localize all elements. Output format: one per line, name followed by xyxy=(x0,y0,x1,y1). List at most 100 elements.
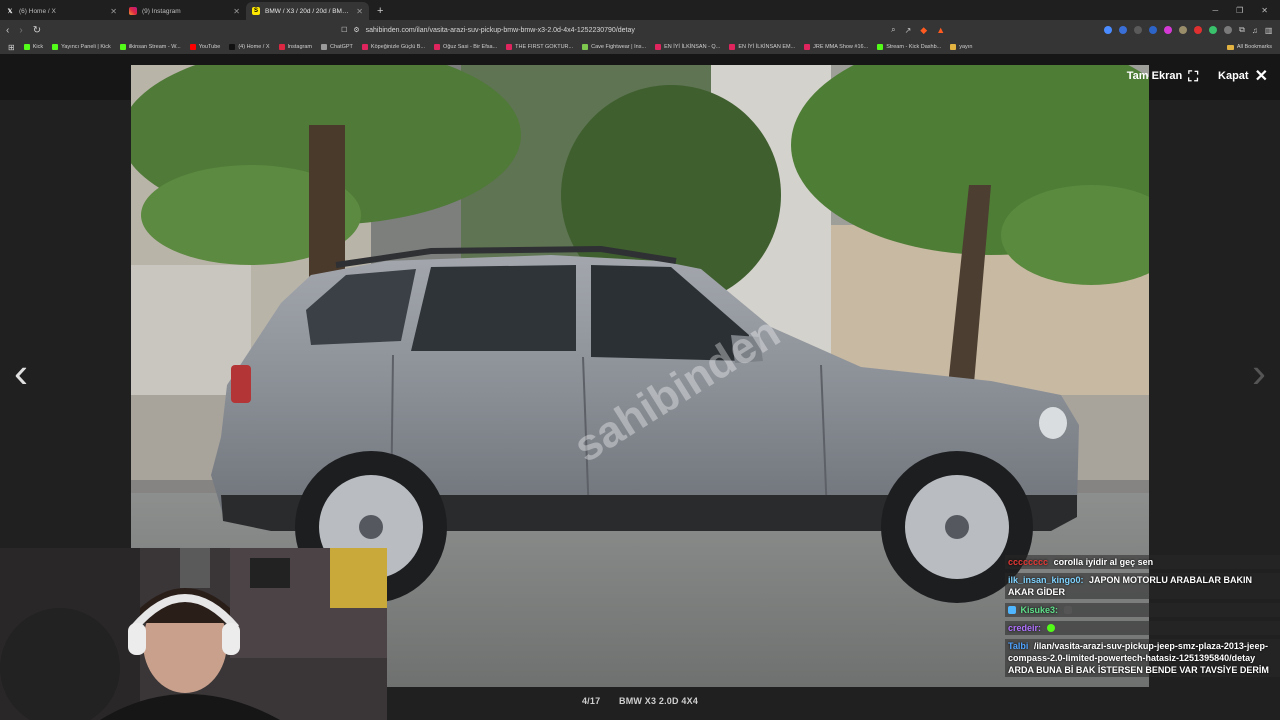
bookmark-item[interactable]: yayın xyxy=(950,44,972,50)
bookmark-label: Yayıncı Paneli | Kick xyxy=(61,44,111,50)
maximize-button[interactable]: ❐ xyxy=(1236,6,1243,15)
photo-counter: 4/17 xyxy=(581,696,601,706)
photo-title: BMW X3 2.0D 4X4 xyxy=(619,696,699,706)
close-label: Kapat xyxy=(1218,70,1249,82)
forward-icon[interactable]: › xyxy=(19,25,22,36)
extension-icon[interactable] xyxy=(1149,26,1158,34)
bookmark-favicon-icon xyxy=(119,44,126,50)
extension-icon[interactable] xyxy=(1209,26,1218,34)
previous-photo-button[interactable]: ‹ xyxy=(14,352,28,394)
tab-sahibinden[interactable]: S BMW / X3 / 20d / 20d / BMW X ✕ xyxy=(246,2,369,20)
bookmark-favicon-icon xyxy=(278,44,285,50)
bookmark-item[interactable]: YouTube xyxy=(189,44,221,50)
address-bar[interactable]: ☐ ⚙ sahibinden.com/ilan/vasita-arazi-suv… xyxy=(341,23,881,38)
fullscreen-button[interactable]: Tam Ekran ⛶ xyxy=(1127,68,1198,85)
extension-icon[interactable] xyxy=(1164,26,1173,34)
close-icon[interactable]: ✕ xyxy=(233,7,240,16)
bookmark-item[interactable]: (4) Home / X xyxy=(229,44,270,50)
bookmark-item[interactable]: EN İYİ İLKİNSAN - Q... xyxy=(655,44,720,50)
bookmark-item[interactable]: Köpeğinizle Güçlü B... xyxy=(361,44,425,50)
site-info-icon[interactable]: ⚙ xyxy=(353,26,359,34)
close-window-button[interactable]: ✕ xyxy=(1261,6,1268,15)
bookmark-label: Kick xyxy=(32,44,44,50)
reload-icon[interactable]: ↻ xyxy=(33,25,41,36)
extension-icon[interactable] xyxy=(1179,26,1188,34)
brave-rewards-icon[interactable]: ▲ xyxy=(936,25,945,35)
tab-title: (6) Home / X xyxy=(19,7,56,15)
sidebar-icon[interactable]: ▥ xyxy=(1265,26,1273,35)
tab-x-home[interactable]: 𝕏 (6) Home / X ✕ xyxy=(0,2,123,20)
bookmark-label: THE FIRST GOKTUR... xyxy=(515,44,574,50)
chat-message: cccccccc corolla iyidir al geç sen xyxy=(1005,555,1280,569)
share-icon[interactable]: ↗ xyxy=(905,26,912,35)
chat-username: Talbi xyxy=(1008,641,1029,651)
chat-text: /ilan/vasita-arazi-suv-pickup-jeep-smz-p… xyxy=(1008,641,1269,675)
close-icon[interactable]: ✕ xyxy=(110,7,117,16)
bookmark-favicon-icon xyxy=(655,44,662,50)
close-icon: ✕ xyxy=(1254,68,1268,85)
folder-icon xyxy=(1226,44,1234,50)
bookmark-label: JRE MMA Show #16... xyxy=(813,44,869,50)
tab-instagram[interactable]: (9) Instagram ✕ xyxy=(123,2,246,20)
minimize-button[interactable]: ─ xyxy=(1212,6,1218,15)
emote-icon xyxy=(1046,624,1055,632)
bookmark-favicon-icon xyxy=(52,44,59,50)
tab-title: (9) Instagram xyxy=(142,7,181,15)
new-tab-button[interactable]: + xyxy=(369,5,391,20)
bookmark-favicon-icon xyxy=(434,44,441,50)
all-bookmarks-label: All Bookmarks xyxy=(1236,44,1272,50)
close-viewer-button[interactable]: Kapat ✕ xyxy=(1218,66,1268,86)
chat-message: Talbi /ilan/vasita-arazi-suv-pickup-jeep… xyxy=(1005,639,1280,677)
chat-message: Kisuke3: xyxy=(1005,603,1280,617)
bookmark-label: Instagram xyxy=(287,44,312,50)
tab-title: BMW / X3 / 20d / 20d / BMW X xyxy=(265,7,352,15)
bookmark-item[interactable]: Kick xyxy=(23,44,44,50)
bookmark-item[interactable]: Yayıncı Paneli | Kick xyxy=(52,44,111,50)
webcam-illustration xyxy=(0,548,387,720)
browser-toolbar: ‹ › ↻ ☐ ⚙ sahibinden.com/ilan/vasita-ara… xyxy=(0,20,1280,40)
extension-icon[interactable] xyxy=(1119,26,1128,34)
sword-badge-icon xyxy=(1008,606,1016,614)
bookmark-item[interactable]: ChatGPT xyxy=(320,44,353,50)
zoom-icon[interactable]: ⌕ xyxy=(891,25,895,35)
bookmark-label: EN İYİ İLKİNSAN - Q... xyxy=(664,44,721,50)
url-text: sahibinden.com/ilan/vasita-arazi-suv-pic… xyxy=(365,26,635,34)
media-icon[interactable]: ♫ xyxy=(1252,26,1258,35)
bookmark-item[interactable]: THE FIRST GOKTUR... xyxy=(506,44,573,50)
fullscreen-icon: ⛶ xyxy=(1188,67,1199,84)
bookmarks-bar: ⊞ Kick Yayıncı Paneli | Kick ilkinsan Stre… xyxy=(0,40,1280,54)
bookmark-item[interactable]: ilkinsan Stream - W... xyxy=(119,44,181,50)
bookmark-item[interactable]: Instagram xyxy=(278,44,312,50)
back-icon[interactable]: ‹ xyxy=(6,25,9,36)
bookmark-favicon-icon xyxy=(320,44,327,50)
viewer-controls: Tam Ekran ⛶ Kapat ✕ xyxy=(1127,66,1268,86)
extension-icon[interactable] xyxy=(1224,26,1233,34)
close-icon[interactable]: ✕ xyxy=(356,7,363,16)
bookmark-item[interactable]: EN İYİ İLKİNSAN EM... xyxy=(729,44,795,50)
apps-icon[interactable]: ⊞ xyxy=(8,43,15,52)
address-bar-actions: ⌕ ↗ ◆ ▲ ⧉ ♫ ▥ ▤ ✦ ⛨ ☰ xyxy=(891,25,1280,36)
all-bookmarks[interactable]: All Bookmarks xyxy=(1226,44,1272,50)
bookmark-favicon-icon xyxy=(804,44,811,50)
chat-username: credeir: xyxy=(1008,623,1042,633)
chat-username: Kisuke3: xyxy=(1020,605,1059,615)
bookmark-label: EN İYİ İLKİNSAN EM... xyxy=(738,44,796,50)
bookmark-item[interactable]: Oğuz Sasi - Bir Efsa... xyxy=(434,44,497,50)
brave-shield-icon[interactable]: ◆ xyxy=(920,25,927,36)
bookmark-item[interactable]: Stream - Kick Dashb... xyxy=(877,44,941,50)
bookmark-favicon-icon xyxy=(506,44,513,50)
extension-icon[interactable] xyxy=(1134,26,1143,34)
extension-icon[interactable] xyxy=(1194,26,1203,34)
extension-icon[interactable] xyxy=(1104,26,1113,34)
bookmark-page-icon[interactable]: ☐ xyxy=(341,26,347,34)
next-photo-button[interactable]: › xyxy=(1252,352,1266,394)
puzzle-icon[interactable]: ⧉ xyxy=(1239,25,1245,35)
bookmark-label: YouTube xyxy=(198,44,221,50)
bookmark-item[interactable]: JRE MMA Show #16... xyxy=(804,44,868,50)
bookmark-favicon-icon xyxy=(361,44,368,50)
fullscreen-label: Tam Ekran xyxy=(1126,70,1183,82)
chat-message: credeir: xyxy=(1005,621,1280,635)
streamer-webcam xyxy=(0,548,387,720)
bookmark-label: Cave Fightwear | Ins... xyxy=(591,44,647,50)
bookmark-item[interactable]: Cave Fightwear | Ins... xyxy=(582,44,646,50)
